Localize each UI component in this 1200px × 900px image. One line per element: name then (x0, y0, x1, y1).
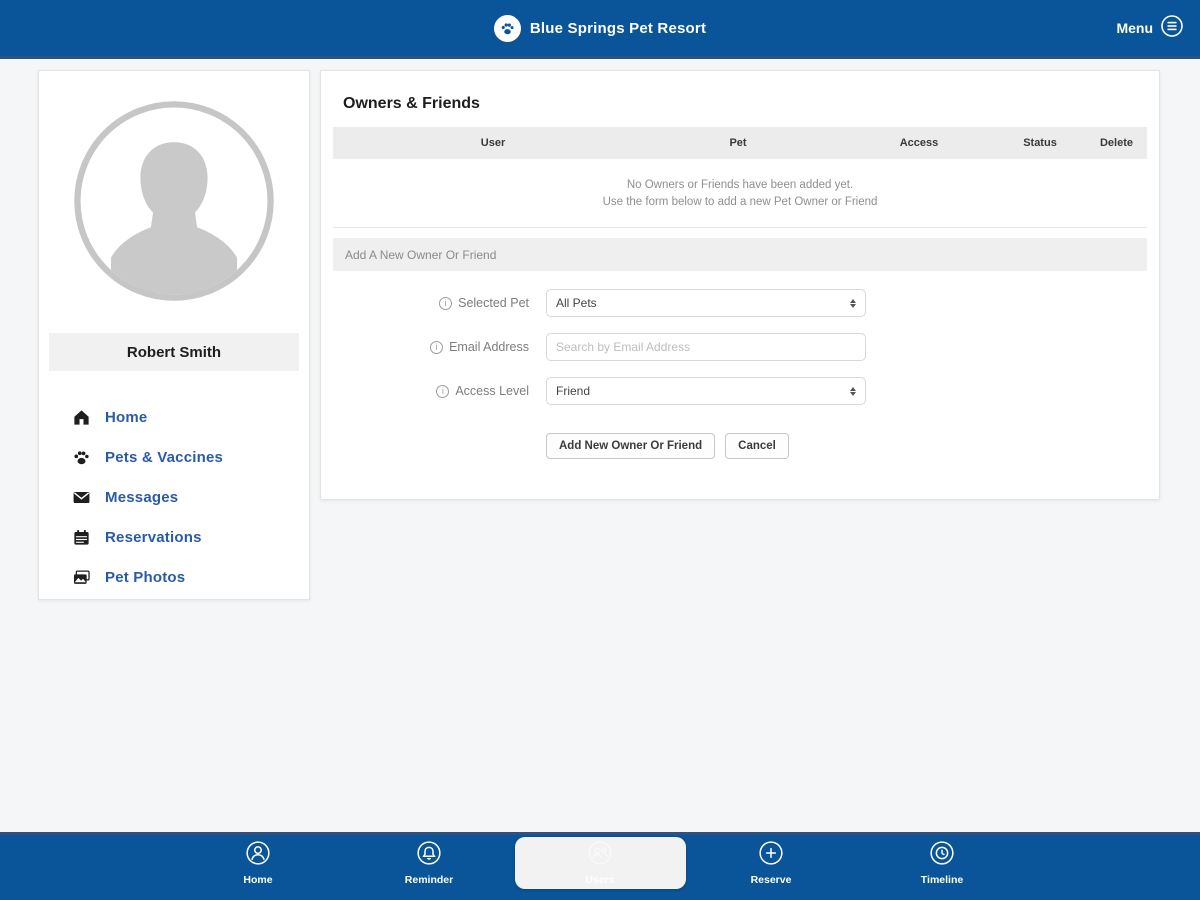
menu-label: Menu (1116, 20, 1153, 36)
add-owner-form: i Selected Pet All Pets i Email Address … (321, 289, 1159, 459)
access-level-select[interactable]: Friend (546, 377, 866, 405)
sidebar-item-label: Reservations (105, 529, 202, 546)
add-new-owner-button[interactable]: Add New Owner Or Friend (546, 433, 715, 459)
bottom-nav-reserve[interactable]: Reserve (686, 837, 857, 889)
user-name: Robert Smith (49, 333, 299, 371)
avatar (69, 96, 279, 311)
home-icon (71, 407, 91, 427)
bottom-nav-label: Timeline (921, 874, 963, 886)
empty-state-message: No Owners or Friends have been added yet… (321, 159, 1159, 227)
paw-icon (71, 447, 91, 467)
plus-circle-icon (758, 840, 784, 871)
page-title: Owners & Friends (321, 71, 1159, 113)
sidebar-item-pet-photos[interactable]: Pet Photos (71, 557, 309, 597)
photos-icon (71, 567, 91, 587)
email-address-label-text: Email Address (449, 340, 529, 354)
envelope-icon (71, 487, 91, 507)
email-address-label: i Email Address (321, 333, 529, 361)
access-level-value: Friend (556, 384, 590, 398)
email-address-row: i Email Address (321, 333, 1159, 361)
info-icon[interactable]: i (436, 385, 449, 398)
sidebar-item-label: Home (105, 409, 147, 426)
bottom-nav-label: Users (585, 874, 614, 886)
bottom-nav-label: Reminder (405, 874, 453, 886)
selected-pet-select[interactable]: All Pets (546, 289, 866, 317)
bottom-nav-users[interactable]: Users (515, 837, 686, 889)
column-header-pet: Pet (729, 127, 746, 159)
selected-pet-value: All Pets (556, 296, 597, 310)
sidebar-item-label: Messages (105, 489, 178, 506)
table-header-row: User Pet Access Status Delete (333, 127, 1147, 159)
sidebar-item-pets-vaccines[interactable]: Pets & Vaccines (71, 437, 309, 477)
access-level-label: i Access Level (321, 377, 529, 405)
add-owner-section-header: Add A New Owner Or Friend (333, 238, 1147, 271)
form-actions: Add New Owner Or Friend Cancel (546, 433, 1159, 459)
calendar-icon (71, 527, 91, 547)
sidebar-item-reservations[interactable]: Reservations (71, 517, 309, 557)
bottom-nav-timeline[interactable]: Timeline (857, 837, 1028, 889)
email-search-input[interactable] (546, 333, 866, 361)
bell-circle-icon (416, 840, 442, 871)
bottom-nav-reminder[interactable]: Reminder (344, 837, 515, 889)
selected-pet-row: i Selected Pet All Pets (321, 289, 1159, 317)
profile-sidebar: Robert Smith Home Pets & Vaccines (38, 70, 310, 600)
sidebar-nav: Home Pets & Vaccines Messag (39, 397, 309, 597)
access-level-label-text: Access Level (455, 384, 529, 398)
bottom-nav-home[interactable]: Home (173, 837, 344, 889)
cancel-button[interactable]: Cancel (725, 433, 789, 459)
brand: Blue Springs Pet Resort (494, 15, 706, 42)
app-title: Blue Springs Pet Resort (530, 20, 706, 37)
person-circle-icon (245, 840, 271, 871)
access-level-row: i Access Level Friend (321, 377, 1159, 405)
info-icon[interactable]: i (430, 341, 443, 354)
clock-circle-icon (929, 840, 955, 871)
bottom-nav-label: Reserve (751, 874, 792, 886)
info-icon[interactable]: i (439, 297, 452, 310)
sidebar-item-label: Pet Photos (105, 569, 185, 586)
select-arrows-icon (850, 387, 856, 396)
selected-pet-label: i Selected Pet (321, 289, 529, 317)
selected-pet-label-text: Selected Pet (458, 296, 529, 310)
owners-friends-panel: Owners & Friends User Pet Access Status … (320, 70, 1160, 500)
empty-state-line2: Use the form below to add a new Pet Owne… (321, 194, 1159, 211)
column-header-delete: Delete (1100, 127, 1133, 159)
users-circle-icon (587, 840, 613, 871)
hamburger-circle-icon (1160, 14, 1184, 43)
column-header-status: Status (1023, 127, 1057, 159)
bottom-navigation: Home Reminder Us (0, 832, 1200, 900)
sidebar-item-home[interactable]: Home (71, 397, 309, 437)
sidebar-item-label: Pets & Vaccines (105, 449, 223, 466)
app-logo-icon (494, 15, 521, 42)
bottom-nav-label: Home (243, 874, 272, 886)
app-header: Blue Springs Pet Resort Menu (0, 0, 1200, 59)
table-bottom-divider (333, 227, 1147, 228)
menu-button[interactable]: Menu (1116, 0, 1184, 56)
sidebar-item-messages[interactable]: Messages (71, 477, 309, 517)
empty-state-line1: No Owners or Friends have been added yet… (321, 177, 1159, 194)
select-arrows-icon (850, 299, 856, 308)
column-header-user: User (481, 127, 505, 159)
column-header-access: Access (900, 127, 939, 159)
